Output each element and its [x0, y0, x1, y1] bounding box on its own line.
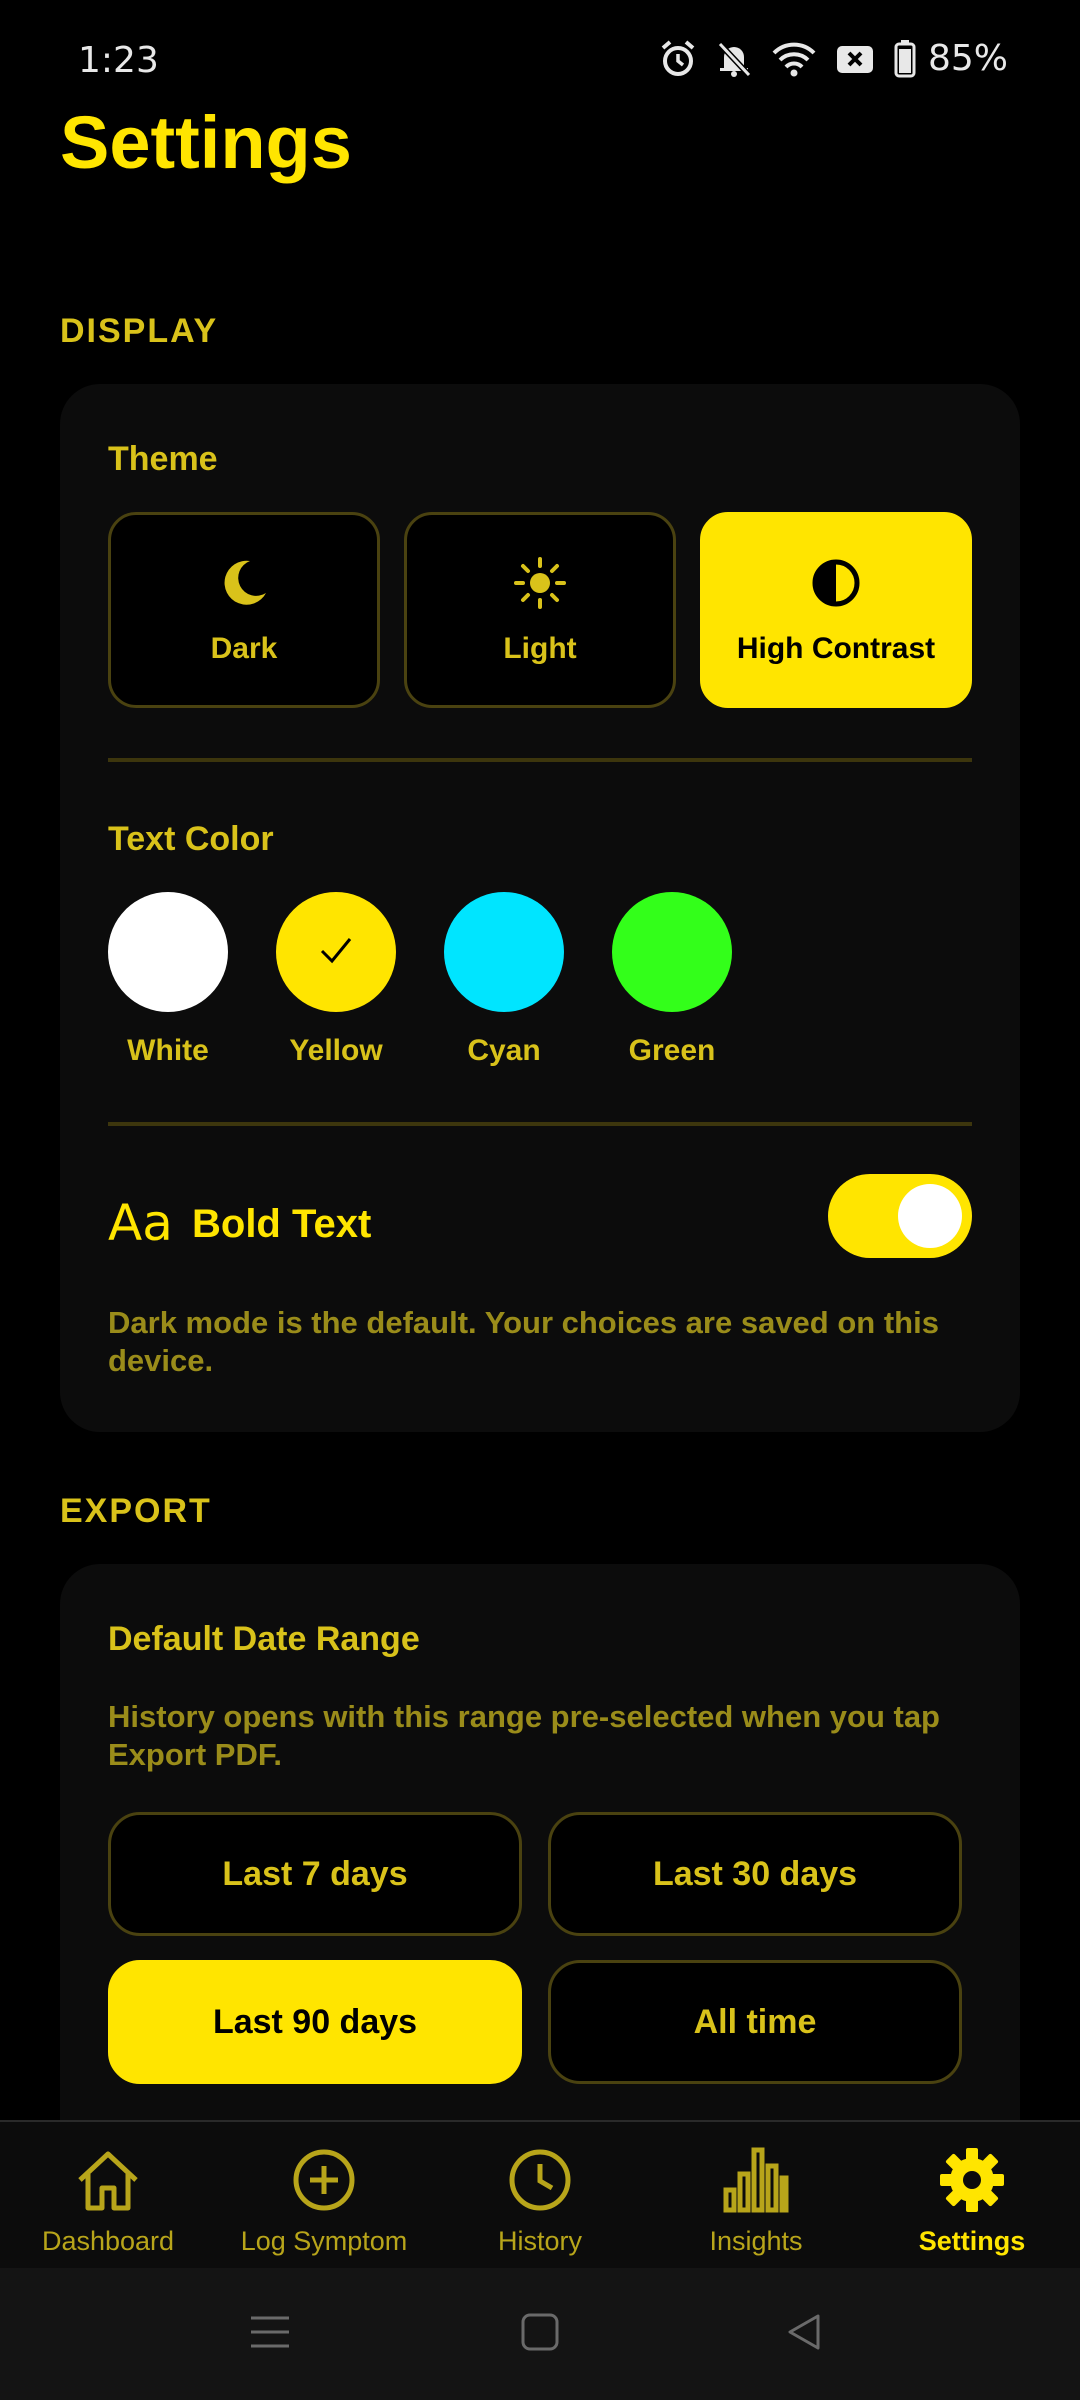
alarm-icon — [660, 39, 696, 78]
nav-label: History — [497, 2226, 582, 2256]
display-section-label: DISPLAY — [60, 312, 219, 350]
nav-item-insights[interactable]: Insights — [648, 2122, 864, 2270]
swatch-label: Yellow — [289, 1034, 383, 1067]
status-time: 1:23 — [78, 40, 159, 81]
nav-label: Insights — [709, 2226, 803, 2256]
square-icon — [520, 2312, 560, 2357]
text-color-option-yellow[interactable]: Yellow — [276, 892, 396, 1068]
nav-item-log-symptom[interactable]: Log Symptom — [216, 2122, 432, 2270]
theme-heading: Theme — [108, 440, 218, 478]
gear-icon — [936, 2142, 1008, 2218]
bold-text-toggle[interactable] — [828, 1174, 972, 1258]
sun-icon — [512, 555, 568, 616]
theme-option-label: High Contrast — [736, 631, 936, 665]
home-button[interactable] — [510, 2304, 570, 2364]
bell-off-icon — [716, 40, 752, 78]
display-card: Theme Dark Light High Contrast Text Colo… — [60, 384, 1020, 1432]
system-nav-bar — [0, 2268, 1080, 2400]
nav-item-settings[interactable]: Settings — [864, 2122, 1080, 2270]
clock-icon — [504, 2142, 576, 2218]
bottom-nav: Dashboard Log Symptom History Insights S… — [0, 2120, 1080, 2268]
display-note: Dark mode is the default. Your choices a… — [108, 1305, 939, 1378]
divider — [108, 758, 972, 762]
theme-option-label: Dark — [210, 631, 278, 665]
settings-screen: 1:23 85% Settings DISPLAY Theme Dark Lig… — [0, 0, 1080, 2400]
nav-label: Settings — [918, 2226, 1026, 2256]
color-swatch[interactable] — [276, 892, 396, 1012]
range-option-all-time[interactable]: All time — [548, 1960, 962, 2084]
color-swatch[interactable] — [108, 892, 228, 1012]
theme-option-light[interactable]: Light — [404, 512, 676, 708]
battery-percent: 85% — [927, 38, 1008, 79]
date-range-heading: Default Date Range — [108, 1620, 420, 1658]
battery-icon — [894, 39, 916, 78]
recent-apps-button[interactable] — [240, 2304, 300, 2364]
menu-icon — [249, 2312, 291, 2357]
theme-option-high-contrast[interactable]: High Contrast — [700, 512, 972, 708]
color-swatch[interactable] — [444, 892, 564, 1012]
swatch-label: White — [127, 1034, 209, 1067]
nav-item-history[interactable]: History — [432, 2122, 648, 2270]
nav-item-dashboard[interactable]: Dashboard — [0, 2122, 216, 2270]
range-option-last-30-days[interactable]: Last 30 days — [548, 1812, 962, 1936]
checkmark-icon — [316, 930, 356, 975]
range-option-last-7-days[interactable]: Last 7 days — [108, 1812, 522, 1936]
page-title: Settings — [60, 101, 352, 184]
contrast-icon — [808, 555, 864, 616]
home-icon — [72, 2142, 144, 2218]
swatch-label: Green — [628, 1034, 716, 1067]
notification-x-icon — [836, 43, 874, 75]
export-card: Default Date Range History opens with th… — [60, 1564, 1020, 2164]
theme-option-dark[interactable]: Dark — [108, 512, 380, 708]
text-color-option-cyan[interactable]: Cyan — [444, 892, 564, 1068]
nav-label: Dashboard — [41, 2226, 175, 2256]
export-section-label: EXPORT — [60, 1492, 212, 1530]
text-color-option-white[interactable]: White — [108, 892, 228, 1068]
range-option-last-90-days[interactable]: Last 90 days — [108, 1960, 522, 2084]
theme-option-label: Light — [503, 631, 577, 665]
color-swatch[interactable] — [612, 892, 732, 1012]
status-icons: 85% — [660, 38, 1008, 79]
text-size-icon: Aa — [108, 1194, 173, 1252]
divider — [108, 1122, 972, 1126]
text-color-option-green[interactable]: Green — [612, 892, 732, 1068]
text-color-heading: Text Color — [108, 820, 274, 858]
nav-label: Log Symptom — [240, 2226, 408, 2256]
bold-text-label: Bold Text — [192, 1202, 372, 1246]
back-triangle-icon — [784, 2312, 824, 2357]
back-button[interactable] — [774, 2304, 834, 2364]
toggle-knob — [898, 1184, 962, 1248]
swatch-label: Cyan — [467, 1034, 541, 1067]
bar-chart-icon — [720, 2142, 792, 2218]
wifi-icon — [772, 41, 816, 77]
plus-circle-icon — [288, 2142, 360, 2218]
date-range-description: History opens with this range pre-select… — [108, 1699, 940, 1772]
moon-icon — [216, 555, 272, 616]
